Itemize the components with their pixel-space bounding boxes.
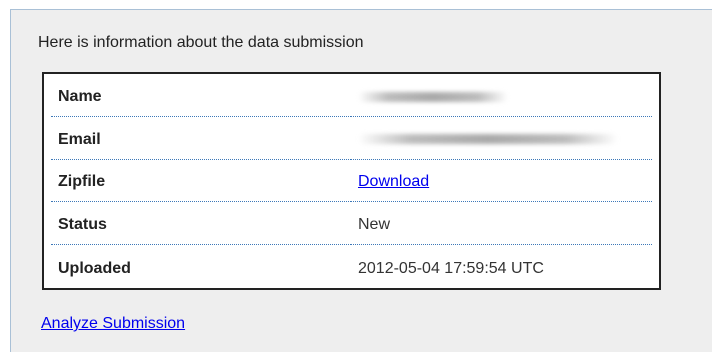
table-row-status: Status New — [51, 202, 652, 246]
download-link[interactable]: Download — [358, 173, 429, 190]
email-value — [351, 117, 652, 160]
email-label: Email — [51, 117, 351, 160]
status-label: Status — [51, 202, 351, 246]
status-value: New — [351, 202, 652, 246]
intro-text: Here is information about the data submi… — [38, 34, 364, 51]
redacted-email — [358, 134, 618, 145]
uploaded-label: Uploaded — [58, 259, 131, 277]
redacted-name — [358, 91, 508, 102]
analyze-submission-link[interactable]: Analyze Submission — [41, 315, 185, 333]
name-label: Name — [51, 74, 351, 117]
table-row-zipfile: Zipfile Download — [51, 160, 652, 203]
zipfile-value: Download — [351, 160, 652, 203]
table-row-uploaded: Uploaded 2012-05-04 17:59:54 UTC — [51, 245, 652, 288]
table-row-email: Email — [51, 117, 652, 160]
uploaded-value: 2012-05-04 17:59:54 UTC — [358, 259, 544, 277]
submission-panel: Here is information about the data submi… — [10, 9, 712, 352]
submission-info-table: Name Email Zipfile Download Status New U… — [42, 72, 661, 290]
name-value — [351, 74, 652, 117]
zipfile-label: Zipfile — [51, 160, 351, 203]
table-row-name: Name — [51, 74, 652, 117]
